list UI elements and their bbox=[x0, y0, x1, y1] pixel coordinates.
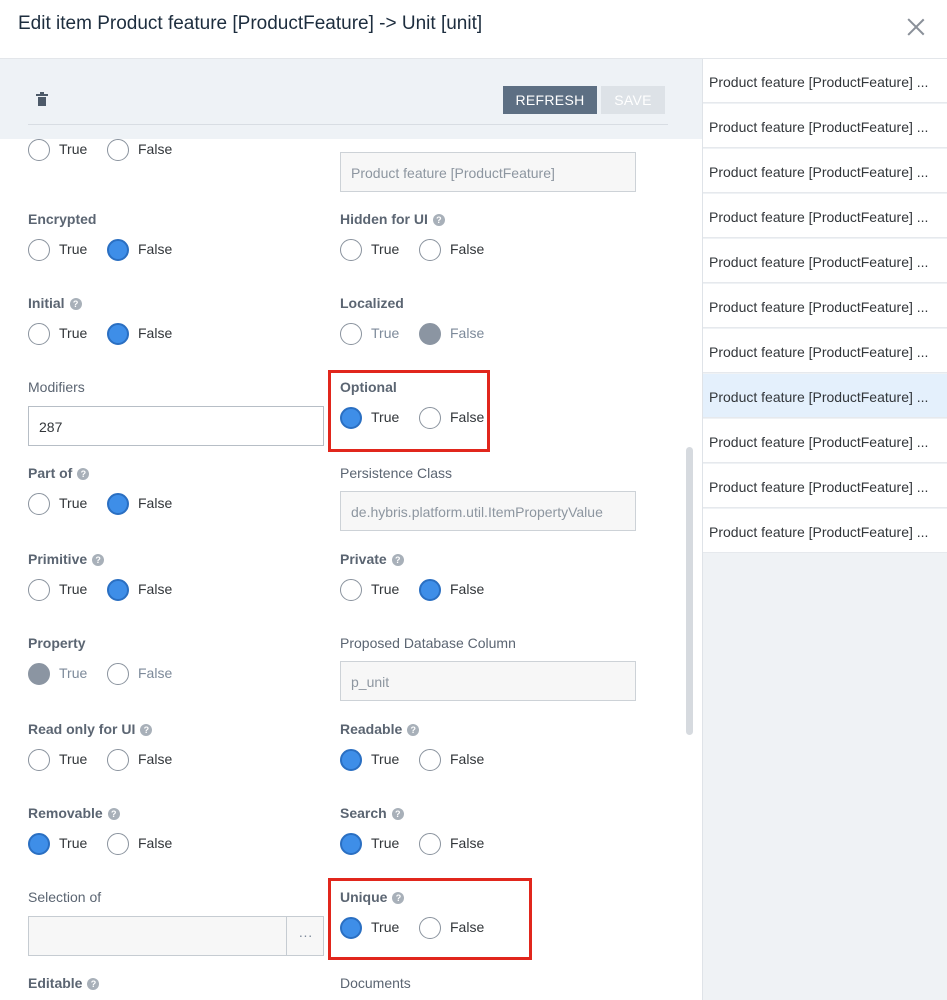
help-icon[interactable]: ? bbox=[407, 724, 420, 736]
hidden-for-ui-label: Hidden for UI? bbox=[340, 211, 445, 227]
delete-trash-icon[interactable] bbox=[36, 92, 48, 106]
field-selection-of: Selection of ··· bbox=[28, 889, 328, 956]
help-icon[interactable]: ? bbox=[140, 724, 153, 736]
field-editable: Editable? bbox=[28, 975, 328, 1000]
field-persistence-class: Persistence Class de.hybris.platform.uti… bbox=[340, 465, 640, 531]
dialog-title: Edit item Product feature [ProductFeatur… bbox=[18, 13, 483, 34]
field-search: Search? True False bbox=[340, 805, 640, 865]
field-enclosing-type: Product feature [ProductFeature] bbox=[340, 139, 640, 192]
side-list-item[interactable]: Product feature [ProductFeature] ... bbox=[703, 419, 947, 463]
side-list-item-selected[interactable]: Product feature [ProductFeature] ... bbox=[703, 374, 947, 418]
field-top-left: True False bbox=[28, 139, 328, 171]
removable-label: Removable? bbox=[28, 805, 120, 821]
initial-label: Initial? bbox=[28, 295, 82, 311]
encrypted-label: Encrypted bbox=[28, 211, 97, 227]
side-list-item[interactable]: Product feature [ProductFeature] ... bbox=[703, 194, 947, 238]
help-icon[interactable]: ? bbox=[69, 298, 82, 310]
proposed-db-column-input: p_unit bbox=[340, 661, 636, 701]
editor-toolbar: REFRESH SAVE bbox=[0, 59, 702, 139]
field-documents: Documents bbox=[340, 975, 640, 1000]
help-icon[interactable]: ? bbox=[87, 978, 100, 990]
field-localized: Localized True False bbox=[340, 295, 640, 355]
private-label: Private? bbox=[340, 551, 404, 567]
optional-highlight-box bbox=[328, 370, 490, 452]
field-property: Property True False bbox=[28, 635, 328, 695]
proposed-db-column-label: Proposed Database Column bbox=[340, 635, 516, 651]
help-icon[interactable]: ? bbox=[107, 808, 120, 820]
side-list-item[interactable]: Product feature [ProductFeature] ... bbox=[703, 284, 947, 328]
help-icon[interactable]: ? bbox=[391, 808, 404, 820]
help-icon[interactable]: ? bbox=[77, 468, 90, 480]
field-proposed-db-column: Proposed Database Column p_unit bbox=[340, 635, 640, 701]
search-label: Search? bbox=[340, 805, 404, 821]
field-modifiers: Modifiers 287 bbox=[28, 379, 328, 446]
field-readable: Readable? True False bbox=[340, 721, 640, 781]
readable-label: Readable? bbox=[340, 721, 420, 737]
side-list-item[interactable]: Product feature [ProductFeature] ... bbox=[703, 149, 947, 193]
persistence-class-input: de.hybris.platform.util.ItemPropertyValu… bbox=[340, 491, 636, 531]
dialog-titlebar: Edit item Product feature [ProductFeatur… bbox=[0, 0, 947, 59]
side-list-item[interactable]: Product feature [ProductFeature] ... bbox=[703, 239, 947, 283]
attribute-form: True False Product feature [ProductFeatu… bbox=[0, 139, 684, 1000]
editable-label: Editable? bbox=[28, 975, 100, 991]
selection-of-browse-button[interactable]: ··· bbox=[286, 917, 324, 955]
toolbar-divider bbox=[28, 124, 668, 125]
localized-label: Localized bbox=[340, 295, 404, 311]
side-list-item[interactable]: Product feature [ProductFeature] ... bbox=[703, 104, 947, 148]
side-list-item[interactable]: Product feature [ProductFeature] ... bbox=[703, 59, 947, 103]
documents-label: Documents bbox=[340, 975, 411, 991]
field-primitive: Primitive? True False bbox=[28, 551, 328, 611]
part-of-label: Part of? bbox=[28, 465, 90, 481]
help-icon[interactable]: ? bbox=[92, 554, 105, 566]
field-private: Private? True False bbox=[340, 551, 640, 611]
field-initial: Initial? True False bbox=[28, 295, 328, 355]
field-part-of: Part of? True False bbox=[28, 465, 328, 525]
field-removable: Removable? True False bbox=[28, 805, 328, 865]
close-icon[interactable] bbox=[904, 15, 928, 39]
selection-of-input[interactable]: ··· bbox=[28, 916, 324, 956]
persistence-class-label: Persistence Class bbox=[340, 465, 453, 481]
form-scrollbar-thumb[interactable] bbox=[686, 447, 693, 735]
unique-highlight-box bbox=[328, 878, 532, 960]
field-encrypted: Encrypted True False bbox=[28, 211, 328, 271]
modifiers-input[interactable]: 287 bbox=[28, 406, 324, 446]
side-list-item[interactable]: Product feature [ProductFeature] ... bbox=[703, 509, 947, 553]
related-items-panel: Product feature [ProductFeature] ... Pro… bbox=[702, 59, 947, 1000]
field-hidden-for-ui: Hidden for UI? True False bbox=[340, 211, 640, 271]
primitive-label: Primitive? bbox=[28, 551, 105, 567]
side-list-item[interactable]: Product feature [ProductFeature] ... bbox=[703, 329, 947, 373]
save-button: SAVE bbox=[601, 86, 665, 114]
editor-main: REFRESH SAVE True False Product feature … bbox=[0, 59, 702, 1000]
help-icon[interactable]: ? bbox=[391, 554, 404, 566]
property-label: Property bbox=[28, 635, 86, 651]
side-list-item[interactable]: Product feature [ProductFeature] ... bbox=[703, 464, 947, 508]
help-icon[interactable]: ? bbox=[432, 214, 445, 226]
refresh-button[interactable]: REFRESH bbox=[503, 86, 597, 114]
selection-of-label: Selection of bbox=[28, 889, 102, 905]
read-only-for-ui-label: Read only for UI? bbox=[28, 721, 153, 737]
enclosing-type-input: Product feature [ProductFeature] bbox=[340, 152, 636, 192]
modifiers-label: Modifiers bbox=[28, 379, 85, 395]
field-read-only-for-ui: Read only for UI? True False bbox=[28, 721, 328, 781]
